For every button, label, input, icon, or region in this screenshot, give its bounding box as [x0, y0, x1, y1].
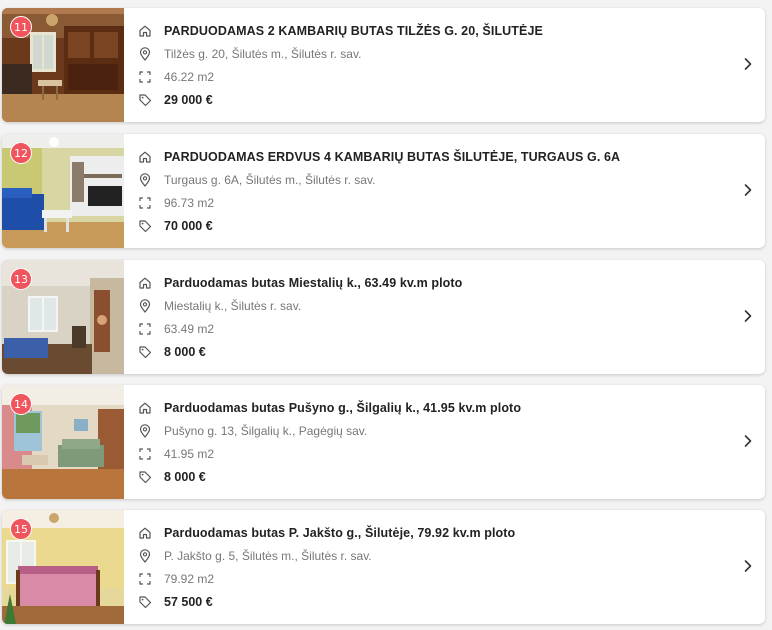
- listing-title[interactable]: Parduodamas butas Pušyno g., Šilgalių k.…: [164, 401, 521, 415]
- chevron-right-icon[interactable]: [739, 432, 757, 450]
- price-tag-icon: [139, 94, 152, 107]
- listing-card[interactable]: 12 PARDUODAMAS ERDVUS 4 KAMBARIŲ BUTAS Š…: [2, 134, 765, 248]
- listing-number-badge: 14: [10, 393, 32, 415]
- location-pin-icon: [139, 47, 151, 61]
- listing-photo[interactable]: 13: [2, 260, 124, 374]
- listing-photo[interactable]: 12: [2, 134, 124, 248]
- home-icon: [139, 527, 151, 539]
- price-tag-icon: [139, 471, 152, 484]
- listing-photo[interactable]: 11: [2, 8, 124, 122]
- home-icon: [139, 277, 151, 289]
- listing-address: Miestalių k., Šilutės r. sav.: [164, 299, 302, 313]
- listing-area: 63.49 m2: [164, 322, 215, 336]
- area-corners-icon: [139, 197, 151, 209]
- listing-area: 46.22 m2: [164, 70, 215, 84]
- listing-price: 29 000 €: [164, 93, 213, 107]
- location-pin-icon: [139, 173, 151, 187]
- price-tag-icon: [139, 220, 152, 233]
- listing-address: Tilžės g. 20, Šilutės m., Šilutės r. sav…: [164, 47, 362, 61]
- price-tag-icon: [139, 596, 152, 609]
- listing-card[interactable]: 15 Parduodamas butas P. Jakšto g., Šilut…: [2, 510, 765, 624]
- chevron-right-icon[interactable]: [739, 307, 757, 325]
- listing-photo[interactable]: 14: [2, 385, 124, 499]
- home-icon: [139, 25, 151, 37]
- listing-title[interactable]: Parduodamas butas P. Jakšto g., Šilutėje…: [164, 526, 515, 540]
- area-corners-icon: [139, 448, 151, 460]
- listing-number-badge: 13: [10, 268, 32, 290]
- price-tag-icon: [139, 346, 152, 359]
- listing-number-badge: 15: [10, 518, 32, 540]
- chevron-right-icon[interactable]: [739, 181, 757, 199]
- location-pin-icon: [139, 549, 151, 563]
- listing-photo[interactable]: 15: [2, 510, 124, 624]
- listing-card[interactable]: 11 PARDUODAMAS 2 KAMBARIŲ BUTAS TILŽĖS G…: [2, 8, 765, 122]
- home-icon: [139, 402, 151, 414]
- area-corners-icon: [139, 71, 151, 83]
- listing-card[interactable]: 14 Parduodamas butas Pušyno g., Šilgalių…: [2, 385, 765, 499]
- listing-address: Turgaus g. 6A, Šilutės m., Šilutės r. sa…: [164, 173, 376, 187]
- listing-number-badge: 12: [10, 142, 32, 164]
- listing-price: 8 000 €: [164, 470, 206, 484]
- listing-list: 11 PARDUODAMAS 2 KAMBARIŲ BUTAS TILŽĖS G…: [0, 0, 772, 630]
- listing-price: 57 500 €: [164, 595, 213, 609]
- home-icon: [139, 151, 151, 163]
- area-corners-icon: [139, 573, 151, 585]
- listing-title[interactable]: Parduodamas butas Miestalių k., 63.49 kv…: [164, 276, 462, 290]
- area-corners-icon: [139, 323, 151, 335]
- chevron-right-icon[interactable]: [739, 557, 757, 575]
- listing-title[interactable]: PARDUODAMAS ERDVUS 4 KAMBARIŲ BUTAS ŠILU…: [164, 150, 620, 164]
- listing-area: 41.95 m2: [164, 447, 215, 461]
- listing-address: Pušyno g. 13, Šilgalių k., Pagėgių sav.: [164, 424, 368, 438]
- listing-number-badge: 11: [10, 16, 32, 38]
- location-pin-icon: [139, 424, 151, 438]
- location-pin-icon: [139, 299, 151, 313]
- listing-area: 96.73 m2: [164, 196, 215, 210]
- listing-area: 79.92 m2: [164, 572, 215, 586]
- chevron-right-icon[interactable]: [739, 55, 757, 73]
- listing-price: 70 000 €: [164, 219, 213, 233]
- listing-address: P. Jakšto g. 5, Šilutės m., Šilutės r. s…: [164, 549, 372, 563]
- listing-card[interactable]: 13 Parduodamas butas Miestalių k., 63.49…: [2, 260, 765, 374]
- listing-title[interactable]: PARDUODAMAS 2 KAMBARIŲ BUTAS TILŽĖS G. 2…: [164, 24, 543, 38]
- listing-price: 8 000 €: [164, 345, 206, 359]
